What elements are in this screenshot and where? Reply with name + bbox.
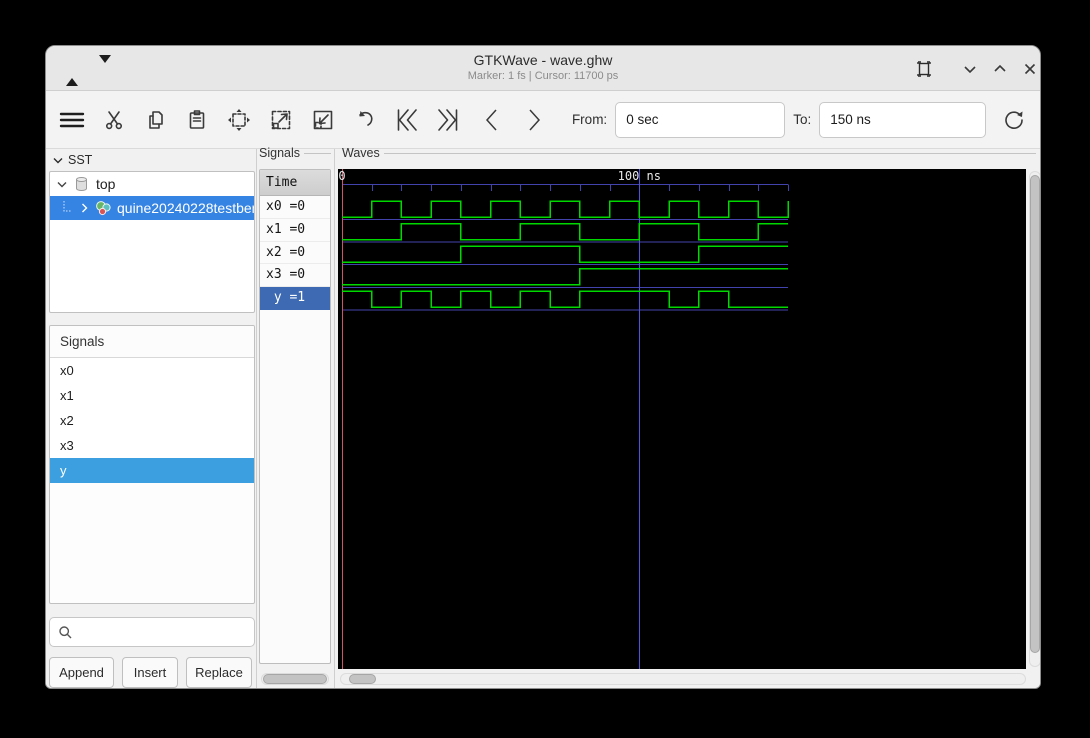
pane-splitter[interactable] xyxy=(334,149,335,688)
menu-icon xyxy=(59,112,85,127)
wave-canvas-area[interactable]: 0 100 ns xyxy=(338,169,1026,669)
to-input[interactable] xyxy=(819,101,987,138)
menu-button[interactable] xyxy=(56,101,88,139)
undo-icon xyxy=(358,110,373,126)
insert-button[interactable]: Insert xyxy=(122,657,178,688)
marker-cursor-status: Marker: 1 fs | Cursor: 11700 ps xyxy=(467,70,619,82)
tree-item-label: quine20240228testbench xyxy=(117,200,254,216)
cut-button[interactable] xyxy=(98,101,130,139)
search-icon xyxy=(59,625,72,638)
step-backward-button[interactable] xyxy=(476,101,508,139)
values-hscrollbar[interactable] xyxy=(261,673,329,685)
reload-button[interactable] xyxy=(998,101,1030,139)
gtkwave-window: GTKWave - wave.ghw Marker: 1 fs | Cursor… xyxy=(45,45,1041,689)
maximize-button[interactable] xyxy=(988,58,1012,80)
tree-item-label: top xyxy=(96,176,116,192)
from-label: From: xyxy=(571,112,608,127)
paste-button[interactable] xyxy=(181,101,213,139)
pane-splitter[interactable] xyxy=(256,149,257,688)
signals-list-header: Signals xyxy=(50,326,254,358)
values-frame-label: Signals xyxy=(259,145,331,161)
zoom-out-button[interactable] xyxy=(307,101,339,139)
triangle-down-icon xyxy=(99,54,111,78)
wave-canvas[interactable]: 0 100 ns xyxy=(338,169,1026,669)
undo-button[interactable] xyxy=(349,101,381,139)
frame-toggle-button[interactable] xyxy=(912,58,936,80)
signal-item-x1[interactable]: x1 xyxy=(50,383,254,408)
tree-branch xyxy=(60,201,76,215)
sst-tree: top quine20240228testbench xyxy=(49,171,255,313)
shade-up-button[interactable] xyxy=(61,62,83,86)
sst-expander[interactable]: SST xyxy=(53,151,92,169)
copy-icon xyxy=(148,110,163,129)
titlebar[interactable]: GTKWave - wave.ghw Marker: 1 fs | Cursor… xyxy=(46,46,1040,91)
from-input[interactable] xyxy=(615,101,786,138)
signal-item-x3[interactable]: x3 xyxy=(50,433,254,458)
close-button[interactable] xyxy=(1018,58,1040,80)
zoom-out-icon xyxy=(313,110,333,129)
zoom-in-button[interactable] xyxy=(265,101,297,139)
fast-forward-icon xyxy=(438,108,458,131)
step-forward-button[interactable] xyxy=(518,101,550,139)
fast-forward-button[interactable] xyxy=(432,101,464,139)
tree-item-top[interactable]: top xyxy=(50,172,254,196)
chevron-left-icon xyxy=(486,108,497,131)
time-header[interactable]: Time xyxy=(260,170,330,196)
append-button[interactable]: Append xyxy=(49,657,114,688)
window-title: GTKWave - wave.ghw xyxy=(473,52,613,68)
fast-backward-button[interactable] xyxy=(391,101,423,139)
waves-hscrollbar[interactable] xyxy=(340,673,1026,685)
toolbar: From: To: xyxy=(46,91,1040,149)
chevron-right-icon[interactable] xyxy=(76,203,92,213)
value-row-x3[interactable]: x3 =0 xyxy=(260,264,330,288)
chevron-down-icon xyxy=(53,157,63,163)
module-icon xyxy=(92,200,114,216)
svg-text:100 ns: 100 ns xyxy=(618,169,661,183)
main-content: SST top quine20240228testbe Signals x0 x… xyxy=(46,146,1040,688)
waves-vscrollbar[interactable] xyxy=(1029,171,1040,667)
shade-down-button[interactable] xyxy=(94,54,116,78)
sst-label: SST xyxy=(68,153,93,167)
signal-search-box[interactable] xyxy=(49,617,255,647)
minimize-button[interactable] xyxy=(958,58,982,80)
signal-search-input[interactable] xyxy=(79,623,254,641)
triangle-up-icon xyxy=(66,62,78,86)
waves-frame-label: Waves xyxy=(342,145,1036,161)
scrollbar-thumb[interactable] xyxy=(1030,175,1040,653)
scrollbar-thumb[interactable] xyxy=(263,674,327,684)
value-row-x2[interactable]: x2 =0 xyxy=(260,241,330,265)
values-panel: Time x0 =0 x1 =0 x2 =0 x3 =0 y =1 xyxy=(259,169,331,664)
signal-item-y[interactable]: y xyxy=(50,458,254,483)
to-label: To: xyxy=(793,112,812,127)
zoom-fit-button[interactable] xyxy=(223,101,255,139)
zoom-fit-icon xyxy=(228,108,251,131)
copy-button[interactable] xyxy=(140,101,172,139)
reload-icon xyxy=(1005,110,1023,129)
tree-item-testbench[interactable]: quine20240228testbench xyxy=(50,196,254,220)
replace-button[interactable]: Replace xyxy=(186,657,252,688)
signals-list-panel: Signals x0 x1 x2 x3 y xyxy=(49,325,255,604)
zoom-in-icon xyxy=(271,110,291,129)
value-row-y[interactable]: y =1 xyxy=(260,287,330,310)
signal-item-x0[interactable]: x0 xyxy=(50,358,254,383)
chevron-up-icon xyxy=(994,64,1006,72)
chevron-down-icon xyxy=(964,66,976,74)
chevron-right-icon xyxy=(529,108,541,131)
value-row-x0[interactable]: x0 =0 xyxy=(260,196,330,219)
scrollbar-thumb[interactable] xyxy=(349,674,376,684)
fast-backward-icon xyxy=(397,108,417,131)
cut-icon xyxy=(105,110,122,129)
svg-text:0: 0 xyxy=(338,169,345,183)
close-icon xyxy=(1024,63,1036,75)
paste-icon xyxy=(190,109,205,129)
frame-icon xyxy=(917,61,931,77)
database-icon xyxy=(70,176,92,192)
chevron-down-icon[interactable] xyxy=(54,181,70,188)
signal-item-x2[interactable]: x2 xyxy=(50,408,254,433)
value-row-x1[interactable]: x1 =0 xyxy=(260,218,330,242)
